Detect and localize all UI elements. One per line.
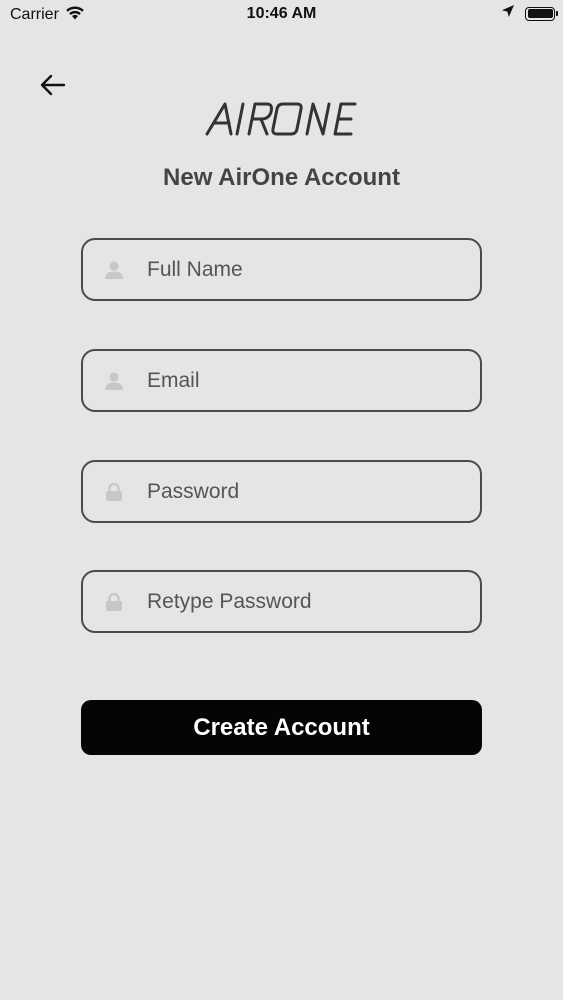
page-title: New AirOne Account (163, 164, 400, 191)
arrow-left-icon (40, 74, 66, 101)
create-account-button[interactable]: Create Account (81, 700, 482, 755)
lock-icon (103, 591, 125, 613)
full-name-field[interactable] (81, 238, 482, 301)
lock-icon (103, 481, 125, 503)
status-right (501, 4, 558, 23)
back-button[interactable] (36, 72, 70, 102)
email-input[interactable] (147, 351, 480, 410)
email-field[interactable] (81, 349, 482, 412)
retype-password-field[interactable] (81, 570, 482, 633)
location-arrow-icon (501, 4, 515, 23)
airone-logo (205, 101, 357, 137)
battery-full-icon (525, 6, 558, 21)
password-field[interactable] (81, 460, 482, 523)
status-bar: Carrier 10:46 AM (0, 0, 563, 30)
full-name-input[interactable] (147, 240, 480, 299)
status-time: 10:46 AM (246, 5, 317, 22)
user-icon (103, 259, 125, 281)
user-icon (103, 370, 125, 392)
retype-password-input[interactable] (147, 572, 480, 631)
password-input[interactable] (147, 462, 480, 521)
